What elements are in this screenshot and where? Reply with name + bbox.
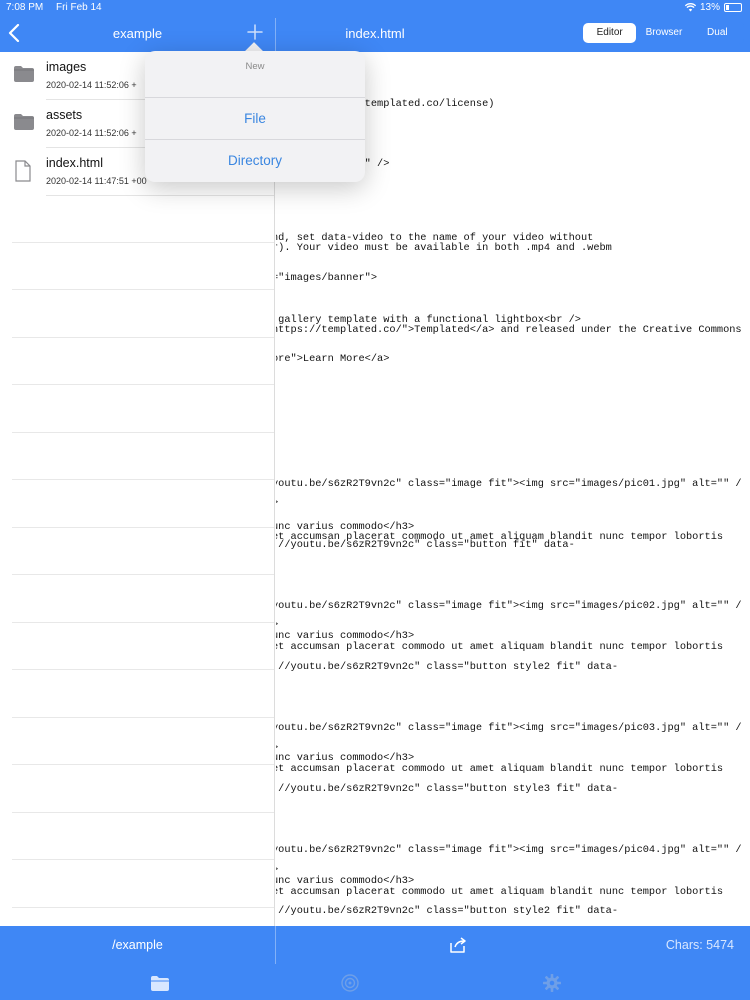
empty-row-divider [12, 527, 274, 528]
tab-dual[interactable]: Dual [691, 22, 744, 44]
empty-row-divider [12, 384, 274, 385]
code-editor[interactable]: a 3.0 license (templated.co/license)init… [276, 52, 750, 926]
file-name: index.html [46, 156, 103, 170]
app-window: 7:08 PM Fri Feb 14 13% example index.htm… [0, 0, 750, 1000]
empty-row-divider [12, 859, 274, 860]
code-line: et accumsan placerat commodo ut amet ali… [276, 763, 724, 775]
file-title: index.html [345, 26, 405, 41]
folder-title: example [112, 26, 163, 41]
file-date: 2020-02-14 11:52:06 + [46, 128, 137, 138]
status-time: 7:08 PM [6, 2, 44, 13]
header-divider [275, 18, 276, 52]
wifi-icon [684, 3, 696, 12]
char-count: Chars: 5474 [665, 938, 734, 952]
empty-row-divider [12, 479, 274, 480]
folder-icon [14, 114, 34, 130]
view-mode-segmented-control: Editor Browser Dual [582, 22, 744, 44]
row-divider [46, 195, 274, 196]
empty-row-divider [12, 622, 274, 623]
folder-icon [14, 66, 34, 82]
code-line: youtu.be/s6zR2T9vn2c" class="image fit">… [276, 844, 742, 856]
empty-row-divider [12, 669, 274, 670]
folder-icon[interactable] [149, 972, 171, 994]
empty-row-divider [12, 289, 274, 290]
empty-row-divider [12, 432, 274, 433]
new-directory-button[interactable]: Directory [145, 140, 365, 182]
tab-browser[interactable]: Browser [637, 22, 690, 44]
code-line: https://templated.co/">Templated</a> and… [276, 324, 742, 336]
file-date: 2020-02-14 11:47:51 +00 [46, 176, 147, 186]
tab-bar [0, 964, 750, 1000]
empty-row-divider [12, 574, 274, 575]
empty-row-divider [12, 764, 274, 765]
share-icon[interactable] [448, 935, 468, 955]
add-plus-icon[interactable] [244, 21, 266, 43]
bottom-divider [275, 926, 276, 964]
code-line: r). Your video must be available in both… [276, 242, 612, 254]
empty-row-divider [12, 242, 274, 243]
code-line: et accumsan placerat commodo ut amet ali… [276, 886, 724, 898]
file-name: images [46, 60, 87, 74]
status-bar-left: 7:08 PM Fri Feb 14 [6, 2, 112, 13]
empty-row-divider [12, 337, 274, 338]
code-line: ://youtu.be/s6zR2T9vn2c" class="button f… [276, 539, 575, 551]
current-path: /example [112, 938, 163, 952]
code-line: ="images/banner"> [276, 272, 378, 284]
empty-row-divider [12, 717, 274, 718]
empty-row-divider [12, 812, 274, 813]
battery-percent: 13% [699, 2, 720, 13]
code-line: youtu.be/s6zR2T9vn2c" class="image fit">… [276, 478, 742, 490]
tab-editor[interactable]: Editor [583, 23, 637, 43]
code-line: youtu.be/s6zR2T9vn2c" class="image fit">… [276, 722, 742, 734]
top-header: 7:08 PM Fri Feb 14 13% example index.htm… [0, 0, 750, 52]
target-icon[interactable] [339, 972, 361, 994]
back-chevron-icon[interactable] [4, 20, 24, 46]
new-file-button[interactable]: File [145, 98, 365, 140]
code-line: youtu.be/s6zR2T9vn2c" class="image fit">… [276, 600, 742, 612]
status-date: Fri Feb 14 [56, 2, 102, 13]
gear-icon[interactable] [541, 972, 563, 994]
file-date: 2020-02-14 11:52:06 + [46, 80, 137, 90]
popover-title: New [245, 61, 265, 72]
empty-row-divider [12, 907, 274, 908]
status-bar-right: 13% [684, 2, 742, 13]
code-line: > [276, 497, 278, 509]
file-name: assets [46, 108, 83, 122]
file-list-pane: images 2020-02-14 11:52:06 + assets 2020… [0, 52, 275, 926]
bottom-info-bar: /example Chars: 5474 [0, 926, 750, 964]
battery-icon [724, 3, 742, 12]
document-icon [15, 160, 31, 182]
code-line: ://youtu.be/s6zR2T9vn2c" class="button s… [276, 905, 619, 917]
code-line: ore">Learn More</a> [276, 353, 390, 365]
code-line: ://youtu.be/s6zR2T9vn2c" class="button s… [276, 661, 619, 673]
new-item-popover: New File Directory [145, 51, 365, 182]
code-line: ://youtu.be/s6zR2T9vn2c" class="button s… [276, 783, 619, 795]
code-line: et accumsan placerat commodo ut amet ali… [276, 641, 724, 653]
